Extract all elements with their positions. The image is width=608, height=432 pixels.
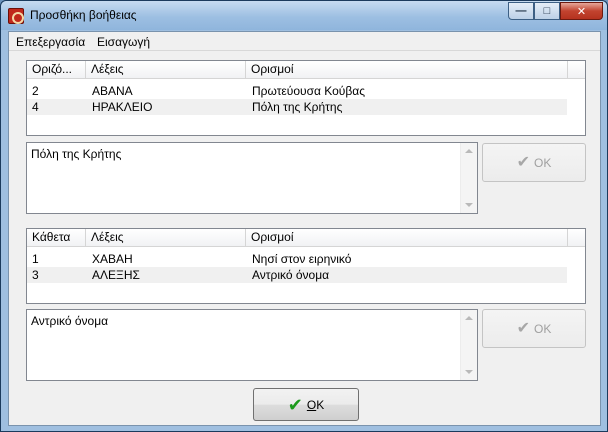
close-icon: ✕: [576, 5, 587, 18]
menu-insert[interactable]: Εισαγωγή: [97, 35, 150, 49]
column-header-spacer: [568, 229, 585, 247]
horizontal-textbox-scrollbar[interactable]: [460, 143, 477, 213]
vertical-ok-button[interactable]: ✔ OK: [482, 309, 586, 348]
vertical-ok-label: OK: [534, 321, 552, 336]
column-header-horizontal[interactable]: Οριζό...: [27, 61, 86, 79]
table-row[interactable]: 3 ΑΛΕΞΗΣ Αντρικό όνομα: [27, 267, 567, 283]
row-word: ΑΛΕΞΗΣ: [92, 268, 140, 282]
client-area: Επεξεργασία Εισαγωγή Οριζό... Λέξεις Ορι…: [8, 31, 601, 426]
minimize-button[interactable]: —: [508, 2, 534, 20]
table-row[interactable]: 1 ΧΑΒΑΗ Νησί στον ειρηνικό: [27, 251, 567, 267]
horizontal-list-header: Οριζό... Λέξεις Ορισμοί: [27, 61, 585, 79]
minimize-icon: —: [515, 5, 527, 17]
scroll-down-icon[interactable]: [465, 370, 473, 374]
vertical-textbox-scrollbar[interactable]: [460, 310, 477, 380]
checkmark-icon: ✔: [516, 319, 531, 337]
horizontal-ok-button[interactable]: ✔ OK: [482, 143, 586, 182]
row-definition: Νησί στον ειρηνικό: [252, 252, 352, 266]
vertical-words-list[interactable]: Κάθετα Λέξεις Ορισμοί 1 ΧΑΒΑΗ Νησί στον …: [26, 228, 586, 304]
checkmark-icon: ✔: [287, 394, 303, 415]
row-number: 3: [32, 268, 39, 282]
title-bar[interactable]: Προσθήκη βοήθειας — □ ✕: [1, 1, 607, 30]
vertical-definition-textbox[interactable]: Αντρικό όνομα: [26, 309, 478, 381]
scroll-up-icon[interactable]: [465, 316, 473, 320]
scroll-down-icon[interactable]: [465, 203, 473, 207]
row-word: ΧΑΒΑΗ: [92, 252, 133, 266]
row-word: ΑΒΑΝΑ: [92, 84, 133, 98]
window-title: Προσθήκη βοήθειας: [30, 8, 137, 22]
row-number: 1: [32, 252, 39, 266]
caption-buttons: — □ ✕: [508, 2, 603, 20]
horizontal-words-list[interactable]: Οριζό... Λέξεις Ορισμοί 2 ΑΒΑΝΑ Πρωτεύου…: [26, 60, 586, 136]
row-number: 2: [32, 84, 39, 98]
column-header-spacer: [568, 61, 585, 79]
column-header-definitions[interactable]: Ορισμοί: [246, 61, 568, 79]
table-row[interactable]: 2 ΑΒΑΝΑ Πρωτεύουσα Κούβας: [27, 83, 567, 99]
vertical-list-header: Κάθετα Λέξεις Ορισμοί: [27, 229, 585, 247]
maximize-icon: □: [543, 5, 551, 17]
close-button[interactable]: ✕: [560, 2, 603, 20]
row-word: ΗΡΑΚΛΕΙΟ: [92, 100, 153, 114]
ok-label: OK: [306, 397, 325, 412]
row-number: 4: [32, 100, 39, 114]
table-row[interactable]: 4 ΗΡΑΚΛΕΙΟ Πόλη της Κρήτης: [27, 99, 567, 115]
ok-button[interactable]: ✔ OK: [253, 388, 359, 421]
scroll-up-icon[interactable]: [465, 149, 473, 153]
menu-edit[interactable]: Επεξεργασία: [16, 35, 85, 49]
app-icon[interactable]: [8, 8, 24, 24]
vertical-definition-text: Αντρικό όνομα: [31, 314, 109, 328]
column-header-vertical[interactable]: Κάθετα: [27, 229, 86, 247]
horizontal-definition-textbox[interactable]: Πόλη της Κρήτης: [26, 142, 478, 214]
row-definition: Πόλη της Κρήτης: [252, 100, 343, 114]
horizontal-definition-text: Πόλη της Κρήτης: [31, 147, 122, 161]
column-header-words[interactable]: Λέξεις: [86, 229, 246, 247]
column-header-definitions[interactable]: Ορισμοί: [246, 229, 568, 247]
row-definition: Αντρικό όνομα: [252, 268, 330, 282]
column-header-words[interactable]: Λέξεις: [86, 61, 246, 79]
horizontal-ok-label: OK: [534, 155, 552, 170]
app-window: Προσθήκη βοήθειας — □ ✕ Επεξεργασία Εισα…: [0, 0, 608, 432]
maximize-button[interactable]: □: [534, 2, 560, 20]
row-definition: Πρωτεύουσα Κούβας: [252, 84, 365, 98]
menu-bar: Επεξεργασία Εισαγωγή: [9, 32, 600, 51]
checkmark-icon: ✔: [516, 153, 531, 171]
